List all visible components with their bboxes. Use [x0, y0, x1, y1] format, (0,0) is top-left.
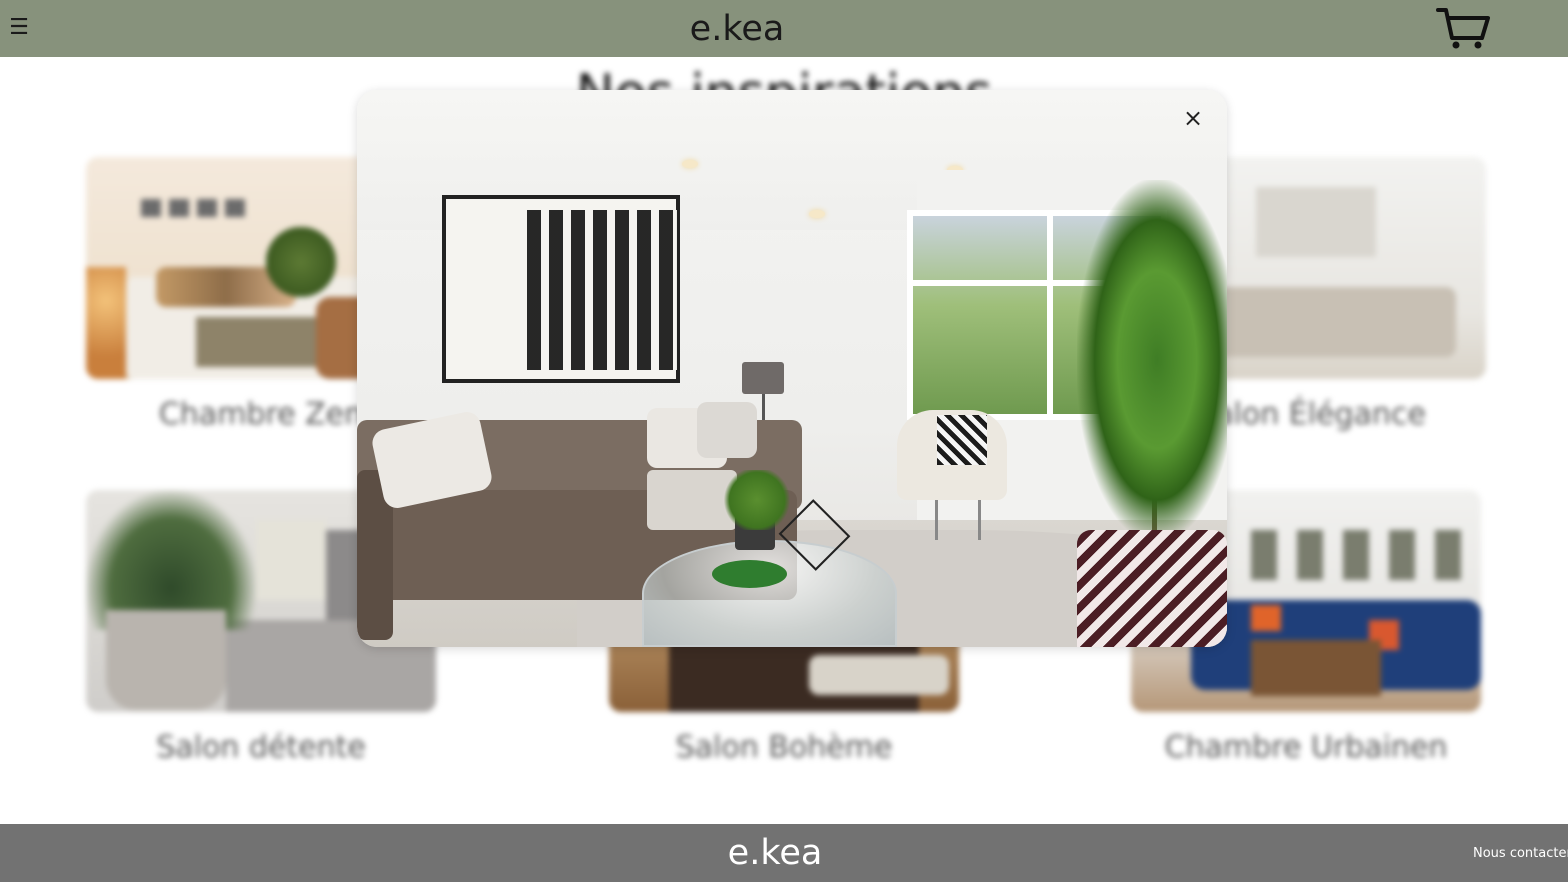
card-label: Chambre Urbainen — [1164, 730, 1448, 765]
shopping-cart-icon[interactable] — [1436, 6, 1492, 50]
footer: e.kea Nous contacter — [0, 824, 1568, 882]
top-header: ☰ e.kea — [0, 0, 1568, 57]
card-label: Salon Bohème — [675, 730, 893, 765]
brand-logo[interactable]: e.kea — [0, 8, 1474, 50]
card-label: Salon détente — [156, 730, 366, 765]
footer-brand: e.kea — [727, 833, 823, 873]
close-icon[interactable]: × — [1179, 104, 1207, 132]
contact-link[interactable]: Nous contacter — [1473, 846, 1568, 862]
image-modal: × — [357, 90, 1227, 647]
